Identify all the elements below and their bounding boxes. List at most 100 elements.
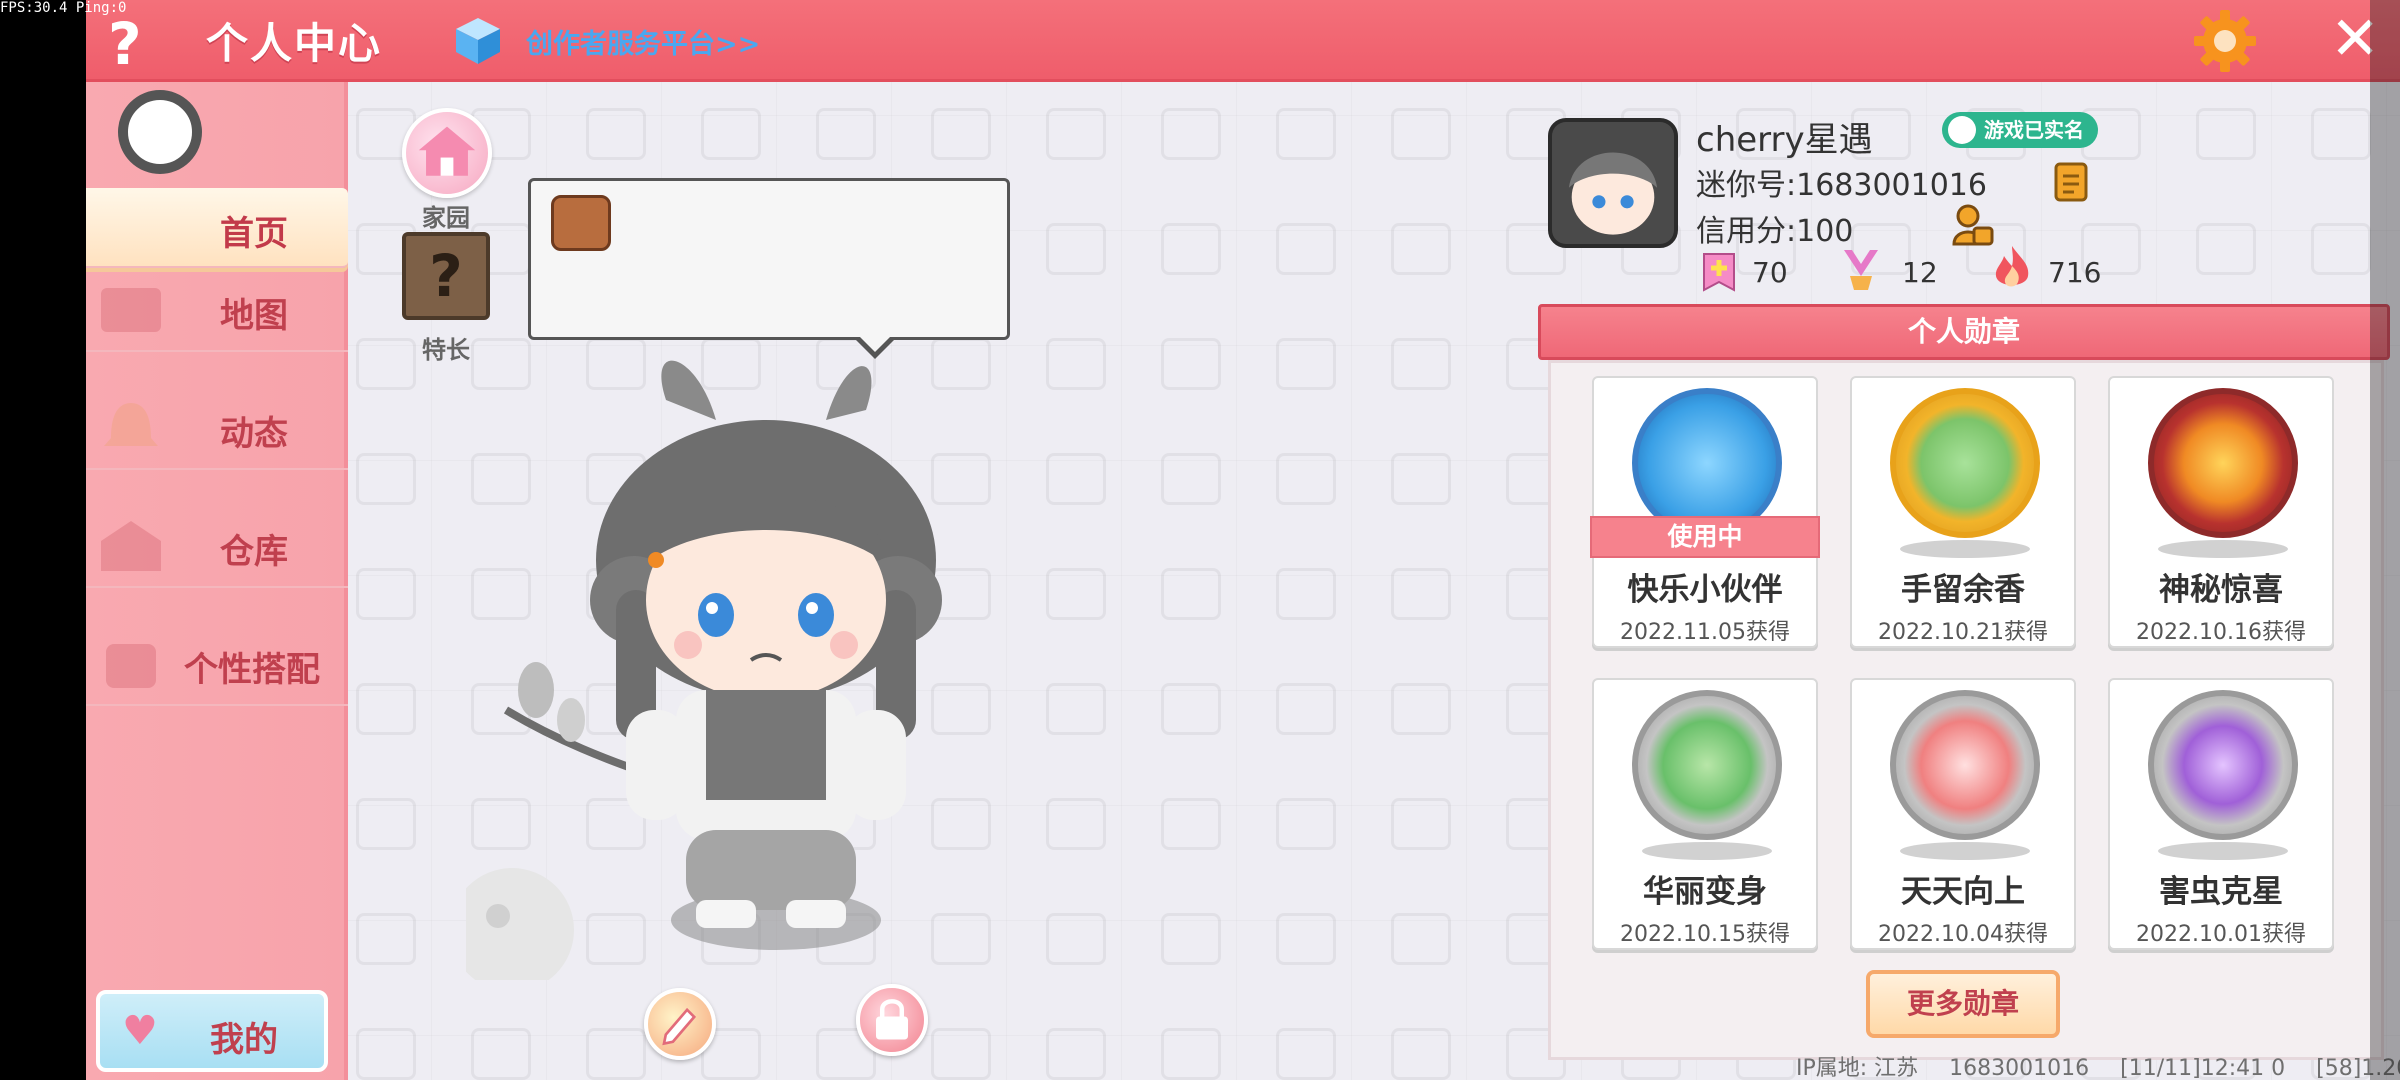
sidebar-item-map[interactable]: 地图	[86, 270, 348, 352]
badge-shadow	[1900, 842, 2030, 860]
sidebar-item-label: 个性搭配	[184, 650, 320, 690]
background-pattern-tile	[1276, 683, 1336, 735]
sidebar-item-home[interactable]: 首页	[86, 188, 348, 268]
profile-avatar[interactable]	[1548, 118, 1678, 248]
credit-score: 信用分:100	[1696, 214, 1854, 249]
footer-id: 1683001016	[1949, 1056, 2090, 1080]
badge-panel-title-text: 个人勋章	[1907, 315, 2020, 348]
badge-shadow	[1900, 540, 2030, 558]
background-pattern-tile	[1391, 223, 1451, 275]
avatar-portrait-icon	[1552, 122, 1674, 244]
home-circle-icon[interactable]	[2370, 512, 2400, 568]
cube-logo-icon	[456, 18, 500, 64]
badge-date: 2022.11.05获得	[1620, 620, 1790, 645]
badge-date: 2022.10.21获得	[1878, 620, 2048, 645]
footer-time: [11/11]12:41 0	[2120, 1056, 2286, 1080]
sidebar-item-warehouse[interactable]: 仓库	[86, 506, 348, 588]
personal-center-screen: ? 个人中心 创作者服务平台>> ✕ 首页 地图 动态 仓库 个性搭配 ♥ 我的…	[86, 0, 2400, 1080]
background-pattern-tile	[586, 108, 646, 160]
verified-label: 游戏已实名	[1984, 118, 2084, 142]
background-pattern-tile	[931, 108, 991, 160]
badge-date: 2022.10.04获得	[1878, 922, 2048, 947]
background-pattern-tile	[356, 913, 416, 965]
settings-gear-icon[interactable]	[2192, 8, 2258, 74]
person-verified-icon	[1948, 116, 1976, 144]
badge-card[interactable]: 华丽变身 2022.10.15获得	[1592, 678, 1818, 950]
background-pattern-tile	[1276, 913, 1336, 965]
background-pattern-tile	[2196, 223, 2256, 275]
background-pattern-tile	[1046, 223, 1106, 275]
badge-count: 70	[1752, 256, 1788, 289]
badge-card[interactable]: 手留余香 2022.10.21获得	[1850, 376, 2076, 648]
badge-medal-icon	[1890, 388, 2040, 538]
map-icon	[101, 288, 161, 332]
badge-card[interactable]: 神秘惊喜 2022.10.16获得	[2108, 376, 2334, 648]
background-pattern-tile	[1046, 108, 1106, 160]
pencil-icon	[662, 1007, 697, 1046]
badge-card[interactable]: 天天向上 2022.10.04获得	[1850, 678, 2076, 950]
top-bar: ? 个人中心 创作者服务平台>> ✕	[86, 0, 2400, 82]
badge-card[interactable]: 使用中 快乐小伙伴 2022.11.05获得	[1590, 376, 1820, 648]
heart-icon: ♥	[122, 1008, 158, 1054]
sidebar-item-label: 动态	[220, 414, 288, 454]
credit-person-icon[interactable]	[1950, 202, 1994, 248]
creator-platform-link[interactable]: 创作者服务平台>>	[526, 22, 760, 61]
background-pattern-tile	[356, 1028, 416, 1080]
home-garden-button[interactable]	[402, 108, 492, 198]
warehouse-icon	[101, 521, 161, 571]
player-character-avatar[interactable]	[466, 360, 1066, 980]
background-pattern-tile	[1276, 568, 1336, 620]
background-pattern-tile	[1161, 568, 1221, 620]
lock-button[interactable]	[856, 984, 928, 1056]
sidebar-item-label: 首页	[220, 214, 288, 254]
mine-button-label: 我的	[210, 1020, 278, 1060]
background-pattern-tile	[356, 338, 416, 390]
background-pattern-tile	[2196, 108, 2256, 160]
back-icon[interactable]	[2370, 282, 2400, 338]
background-pattern-tile	[1391, 798, 1451, 850]
mine-button[interactable]: ♥ 我的	[96, 990, 328, 1072]
badge-card[interactable]: 害虫克星 2022.10.01获得	[2108, 678, 2334, 950]
badge-name: 快乐小伙伴	[1627, 572, 1783, 608]
help-icon[interactable]: ?	[108, 10, 142, 78]
background-pattern-tile	[356, 568, 416, 620]
record-toggle-icon[interactable]	[118, 90, 202, 174]
copy-id-icon[interactable]	[2052, 160, 2092, 204]
background-pattern-tile	[1276, 108, 1336, 160]
background-pattern-tile	[1276, 223, 1336, 275]
background-pattern-tile	[1161, 108, 1221, 160]
outfit-icon	[106, 644, 156, 688]
background-pattern-tile	[1391, 453, 1451, 505]
background-pattern-tile	[586, 1028, 646, 1080]
background-pattern-tile	[816, 108, 876, 160]
sidebar-item-outfit[interactable]: 个性搭配	[86, 624, 348, 706]
background-pattern-tile	[471, 1028, 531, 1080]
background-pattern-tile	[701, 108, 761, 160]
background-pattern-tile	[1161, 913, 1221, 965]
badge-shadow	[2158, 540, 2288, 558]
signature-bubble[interactable]	[528, 178, 1010, 359]
background-pattern-tile	[1161, 683, 1221, 735]
background-pattern-tile	[1276, 453, 1336, 505]
background-pattern-tile	[1161, 338, 1221, 390]
background-pattern-tile	[1391, 913, 1451, 965]
badge-name: 华丽变身	[1643, 874, 1767, 910]
badge-date: 2022.10.01获得	[2136, 922, 2306, 947]
background-pattern-tile	[356, 453, 416, 505]
background-pattern-tile	[1161, 223, 1221, 275]
more-badges-button[interactable]: 更多勋章	[1866, 970, 2060, 1038]
background-pattern-tile	[1391, 1028, 1451, 1080]
background-pattern-tile	[1161, 798, 1221, 850]
badge-name: 天天向上	[1901, 874, 2025, 910]
background-pattern-tile	[1276, 338, 1336, 390]
sidebar-item-label: 仓库	[220, 532, 288, 572]
likes-trophy-icon	[1844, 250, 1878, 290]
badge-name: 害虫克星	[2159, 874, 2283, 910]
verified-status-badge[interactable]: 游戏已实名	[1942, 112, 2098, 148]
badge-date: 2022.10.15获得	[1620, 922, 1790, 947]
skill-button[interactable]: ?	[402, 232, 490, 320]
sidebar-item-feed[interactable]: 动态	[86, 388, 348, 470]
recents-square-icon[interactable]	[2370, 744, 2400, 800]
background-pattern-tile	[931, 1028, 991, 1080]
edit-button[interactable]	[644, 988, 716, 1060]
